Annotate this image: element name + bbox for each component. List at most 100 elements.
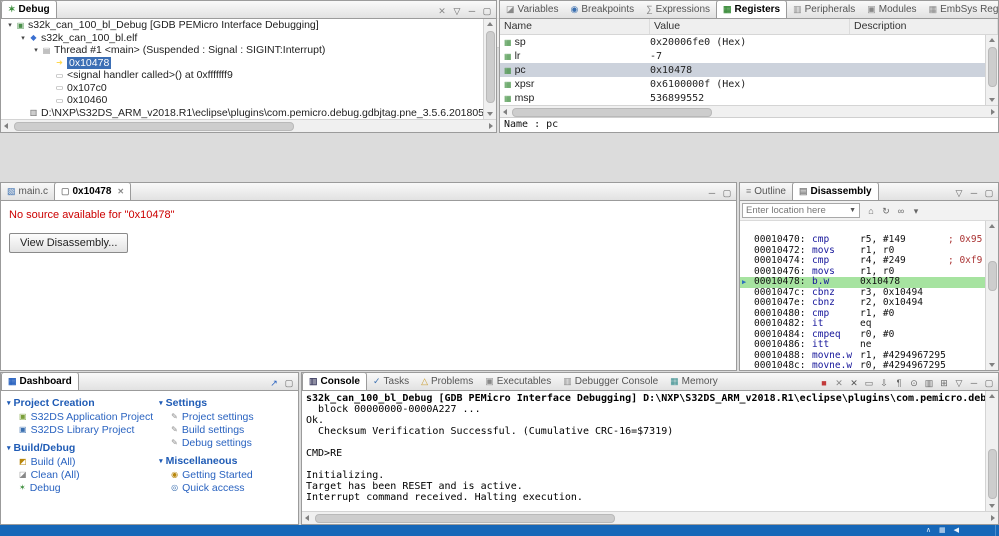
- tray-volume-icon[interactable]: ◀: [954, 525, 959, 536]
- debug-tree-row[interactable]: ▾ ▤ Thread #1 <main> (Suspended : Signal :…: [1, 44, 483, 57]
- dashboard-link-build-settings[interactable]: ✎ Build settings: [159, 423, 296, 436]
- console-output[interactable]: s32k_can_100_bl_Debug [GDB PEMicro Inter…: [302, 391, 985, 511]
- register-row[interactable]: ▦ lr -7: [500, 49, 998, 63]
- registers-vertical-scrollbar[interactable]: [985, 35, 998, 105]
- remove-all-launches-icon[interactable]: ✕: [847, 376, 861, 390]
- collapse-icon[interactable]: ▾: [7, 399, 11, 407]
- minimize-icon[interactable]: ─: [465, 4, 479, 18]
- scroll-up-icon[interactable]: [986, 221, 998, 232]
- disassembly-vertical-scrollbar[interactable]: [985, 221, 998, 370]
- pin-console-icon[interactable]: ⊙: [907, 376, 921, 390]
- dashboard-link-debug-settings[interactable]: ✎ Debug settings: [159, 436, 296, 449]
- twisty-expanded-icon[interactable]: ▾: [31, 46, 41, 54]
- scroll-up-icon[interactable]: [986, 35, 998, 46]
- refresh-icon[interactable]: ↻: [879, 204, 893, 218]
- terminate-icon[interactable]: ■: [817, 376, 831, 390]
- show-desktop-button[interactable]: [995, 525, 999, 536]
- maximize-icon[interactable]: ▢: [720, 186, 734, 200]
- word-wrap-icon[interactable]: ¶: [892, 376, 906, 390]
- console-view-tab-executables[interactable]: ▣ Executables: [479, 373, 557, 390]
- console-view-tab-memory[interactable]: ▦ Memory: [664, 373, 724, 390]
- view-disassembly-button[interactable]: View Disassembly...: [9, 233, 129, 253]
- console-horizontal-scrollbar[interactable]: [302, 511, 998, 524]
- loc-menu-icon[interactable]: ▾: [909, 204, 923, 218]
- open-console-icon[interactable]: ⊞: [937, 376, 951, 390]
- clear-console-icon[interactable]: ▭: [862, 376, 876, 390]
- scrollbar-thumb[interactable]: [486, 31, 495, 103]
- console-view-tab-console[interactable]: ▥ Console: [302, 373, 367, 390]
- editor-tab-0x10478[interactable]: ▢ 0x10478 ✕: [53, 183, 132, 200]
- scroll-right-icon[interactable]: [986, 512, 998, 524]
- scroll-up-icon[interactable]: [986, 391, 998, 402]
- close-icon[interactable]: ✕: [117, 187, 124, 196]
- debug-view-tab-debug[interactable]: ✶ Debug: [1, 1, 57, 18]
- register-row[interactable]: ▦ xpsr 0x6100000f (Hex): [500, 77, 998, 91]
- remove-launch-icon[interactable]: ✕: [832, 376, 846, 390]
- debug-horizontal-scrollbar[interactable]: [1, 119, 496, 132]
- twisty-expanded-icon[interactable]: ▾: [18, 34, 28, 42]
- tray-show-hidden-icon[interactable]: ∧: [926, 525, 931, 536]
- maximize-icon[interactable]: ▢: [982, 376, 996, 390]
- view-menu-icon[interactable]: ▽: [952, 376, 966, 390]
- collapse-icon[interactable]: ▾: [159, 457, 163, 465]
- debug-tree-row[interactable]: ▭ <signal handler called>() at 0xfffffff9: [1, 69, 483, 82]
- disassembly-line[interactable]: 0001047e: cbnz r2, 0x10494: [754, 297, 985, 309]
- display-selected-console-icon[interactable]: ▥: [922, 376, 936, 390]
- scroll-right-icon[interactable]: [484, 120, 496, 132]
- collapse-icon[interactable]: ▾: [7, 444, 11, 452]
- scroll-left-icon[interactable]: [302, 512, 314, 524]
- scroll-down-icon[interactable]: [986, 359, 998, 370]
- minimize-icon[interactable]: ─: [967, 376, 981, 390]
- scroll-up-icon[interactable]: [484, 19, 496, 30]
- dashboard-link-build-all[interactable]: ◩ Build (All): [7, 455, 153, 468]
- register-row[interactable]: ▦ pc 0x10478: [500, 63, 998, 77]
- console-view-tab-problems[interactable]: △ Problems: [415, 373, 479, 390]
- dashboard-link-project-settings[interactable]: ✎ Project settings: [159, 410, 296, 423]
- twisty-expanded-icon[interactable]: ▾: [5, 21, 15, 29]
- registers-panel-tab-modules[interactable]: ▣ Modules: [861, 1, 922, 18]
- dashboard-link-s32ds-library-project[interactable]: ▣ S32DS Library Project: [7, 423, 153, 436]
- dashboard-link-getting-started[interactable]: ◉ Getting Started: [159, 468, 296, 481]
- registers-panel-tab-variables[interactable]: ◪ Variables: [500, 1, 564, 18]
- dashboard-link-debug[interactable]: ✶ Debug: [7, 481, 153, 494]
- scroll-down-icon[interactable]: [986, 94, 998, 105]
- registers-panel-tab-expressions[interactable]: ∑ Expressions: [640, 1, 716, 18]
- registers-panel-tab-embsys-registers[interactable]: ▦EmbSys Registers: [923, 1, 998, 18]
- column-header-name[interactable]: Name: [500, 19, 650, 34]
- scroll-left-icon[interactable]: [1, 120, 13, 132]
- dashboard-link-s32ds-application-project[interactable]: ▣ S32DS Application Project: [7, 410, 153, 423]
- column-header-description[interactable]: Description: [850, 19, 998, 34]
- view-menu-icon[interactable]: ▽: [450, 4, 464, 18]
- minimize-icon[interactable]: ─: [967, 186, 981, 200]
- disassembly-line[interactable]: 0001048c: movne.w r0, #4294967295: [754, 360, 985, 370]
- remove-terminated-icon[interactable]: ✕: [435, 4, 449, 18]
- scrollbar-thumb[interactable]: [988, 47, 997, 87]
- disassembly-line[interactable]: ▶ 00010478: b.w 0x10478: [740, 276, 985, 288]
- scroll-down-icon[interactable]: [986, 500, 998, 511]
- open-external-icon[interactable]: ↗: [267, 376, 281, 390]
- scroll-right-icon[interactable]: [986, 106, 998, 119]
- editor-tab-main-c[interactable]: ▧ main.c: [1, 183, 54, 200]
- debug-vertical-scrollbar[interactable]: [483, 19, 496, 119]
- maximize-icon[interactable]: ▢: [282, 376, 296, 390]
- minimize-icon[interactable]: ─: [705, 186, 719, 200]
- scrollbar-thumb[interactable]: [988, 261, 997, 291]
- scroll-lock-icon[interactable]: ⇩: [877, 376, 891, 390]
- register-row[interactable]: ▦ sp 0x20006fe0 (Hex): [500, 35, 998, 49]
- windows-taskbar[interactable]: ∧ ▦ ◀: [0, 525, 999, 536]
- dashboard-section-header[interactable]: ▾ Project Creation: [7, 396, 153, 410]
- tray-network-icon[interactable]: ▦: [939, 525, 946, 536]
- console-view-tab-debugger-console[interactable]: ▥ Debugger Console: [557, 373, 664, 390]
- scrollbar-thumb[interactable]: [315, 514, 615, 523]
- registers-panel-tab-peripherals[interactable]: ▥ Peripherals: [787, 1, 861, 18]
- maximize-icon[interactable]: ▢: [480, 4, 494, 18]
- register-row[interactable]: ▦ msp 536899552: [500, 91, 998, 105]
- scroll-left-icon[interactable]: [500, 106, 512, 119]
- disassembly-line[interactable]: 00010482: it eq: [754, 318, 985, 330]
- dashboard-section-header[interactable]: ▾ Build/Debug: [7, 441, 153, 455]
- scroll-down-icon[interactable]: [484, 108, 496, 119]
- dashboard-link-quick-access[interactable]: ◎ Quick access: [159, 481, 296, 494]
- home-icon[interactable]: ⌂: [864, 204, 878, 218]
- registers-horizontal-scrollbar[interactable]: [500, 105, 998, 117]
- dashboard-section-header[interactable]: ▾ Settings: [159, 396, 296, 410]
